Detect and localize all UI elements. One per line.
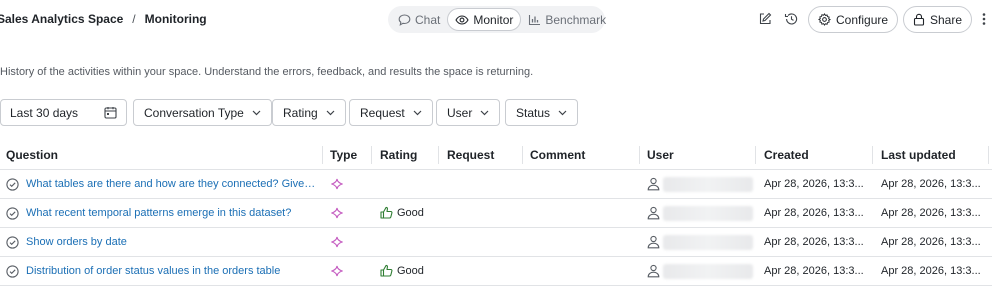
updated-timestamp: Apr 28, 2026, 13:3... xyxy=(881,265,981,277)
status-filter[interactable]: Status xyxy=(505,99,579,126)
breadcrumb: Sales Analytics Space / Monitoring xyxy=(0,12,207,26)
breadcrumb-separator: / xyxy=(132,12,136,26)
question-link[interactable]: Distribution of order status values in t… xyxy=(26,265,318,277)
column-header-request[interactable]: Request xyxy=(447,148,494,162)
rating-cell: Good xyxy=(380,264,424,277)
user-name-redacted xyxy=(663,206,753,221)
configure-label: Configure xyxy=(836,12,889,27)
sparkle-type-icon xyxy=(331,178,343,190)
created-timestamp: Apr 28, 2026, 13:3... xyxy=(764,207,864,219)
user-icon xyxy=(647,264,660,278)
page-header: Sales Analytics Space / Monitoring Chat … xyxy=(0,0,1000,40)
tab-monitor-label: Monitor xyxy=(473,12,514,27)
date-range-value: Last 30 days xyxy=(10,105,79,120)
gear-icon xyxy=(818,13,831,26)
tab-benchmark[interactable]: Benchmark xyxy=(521,8,613,31)
column-divider[interactable] xyxy=(872,146,873,164)
page-title: Monitoring xyxy=(144,12,207,26)
rating-filter-label: Rating xyxy=(283,105,318,120)
user-icon xyxy=(647,177,660,191)
rating-filter[interactable]: Rating xyxy=(272,99,346,126)
calendar-icon xyxy=(104,107,117,119)
user-filter-label: User xyxy=(447,105,473,120)
share-button[interactable]: Share xyxy=(903,6,973,33)
created-timestamp: Apr 28, 2026, 13:3... xyxy=(764,265,864,277)
eye-icon xyxy=(455,14,469,25)
sparkle-type-icon xyxy=(331,265,343,277)
column-header-question[interactable]: Question xyxy=(6,148,58,162)
conversation-type-label: Conversation Type xyxy=(144,105,244,120)
configure-button[interactable]: Configure xyxy=(808,6,899,33)
column-header-user[interactable]: User xyxy=(647,148,674,162)
status-filter-label: Status xyxy=(516,105,551,120)
request-filter[interactable]: Request xyxy=(349,99,433,126)
column-header-last-updated[interactable]: Last updated xyxy=(881,148,956,162)
chevron-down-icon xyxy=(413,110,422,115)
user-name-redacted xyxy=(663,177,753,192)
column-divider[interactable] xyxy=(371,146,372,164)
column-divider[interactable] xyxy=(522,146,523,164)
table-row[interactable]: Show orders by date Apr 28, 2026, 13:3..… xyxy=(0,228,992,257)
updated-timestamp: Apr 28, 2026, 13:3... xyxy=(881,207,981,219)
check-circle-icon xyxy=(6,265,19,278)
bar-chart-icon xyxy=(529,14,541,25)
question-link[interactable]: What tables are there and how are they c… xyxy=(26,178,318,190)
user-icon xyxy=(647,206,660,220)
tab-benchmark-label: Benchmark xyxy=(545,12,607,27)
updated-timestamp: Apr 28, 2026, 13:3... xyxy=(881,236,981,248)
updated-timestamp: Apr 28, 2026, 13:3... xyxy=(881,178,981,190)
column-header-comment[interactable]: Comment xyxy=(530,148,585,162)
edit-icon[interactable] xyxy=(756,10,774,28)
column-header-rating[interactable]: Rating xyxy=(380,148,417,162)
rating-value: Good xyxy=(397,264,424,277)
column-header-created[interactable]: Created xyxy=(764,148,809,162)
user-filter[interactable]: User xyxy=(436,99,501,126)
user-name-redacted xyxy=(663,264,753,279)
tab-chat-label: Chat xyxy=(415,12,441,27)
more-options-icon[interactable] xyxy=(978,10,990,28)
view-switcher: Chat Monitor Benchmark xyxy=(388,6,606,33)
created-timestamp: Apr 28, 2026, 13:3... xyxy=(764,236,864,248)
chevron-down-icon xyxy=(252,110,261,115)
history-icon[interactable] xyxy=(782,10,800,28)
question-link[interactable]: Show orders by date xyxy=(26,236,318,248)
user-icon xyxy=(647,235,660,249)
check-circle-icon xyxy=(6,178,19,191)
activity-table: Question Type Rating Request Comment Use… xyxy=(0,141,992,286)
request-filter-label: Request xyxy=(360,105,405,120)
page-description: History of the activities within your sp… xyxy=(0,66,534,78)
table-header: Question Type Rating Request Comment Use… xyxy=(0,141,992,170)
created-timestamp: Apr 28, 2026, 13:3... xyxy=(764,178,864,190)
column-divider[interactable] xyxy=(438,146,439,164)
column-header-type[interactable]: Type xyxy=(330,148,357,162)
user-name-redacted xyxy=(663,235,753,250)
rating-value: Good xyxy=(397,206,424,219)
tab-chat[interactable]: Chat xyxy=(391,8,447,31)
table-row[interactable]: What tables are there and how are they c… xyxy=(0,170,992,199)
column-divider[interactable] xyxy=(988,146,989,164)
chat-bubble-icon xyxy=(398,13,411,26)
question-link[interactable]: What recent temporal patterns emerge in … xyxy=(26,207,318,219)
column-divider[interactable] xyxy=(639,146,640,164)
tab-monitor[interactable]: Monitor xyxy=(447,8,522,31)
breadcrumb-space[interactable]: Sales Analytics Space xyxy=(0,12,123,26)
rating-cell: Good xyxy=(380,206,424,219)
table-row[interactable]: What recent temporal patterns emerge in … xyxy=(0,199,992,228)
lock-icon xyxy=(913,13,925,26)
thumbs-up-icon xyxy=(380,264,393,277)
share-label: Share xyxy=(930,12,963,27)
chevron-down-icon xyxy=(558,110,567,115)
chevron-down-icon xyxy=(480,110,489,115)
chevron-down-icon xyxy=(326,110,335,115)
sparkle-type-icon xyxy=(331,236,343,248)
thumbs-up-icon xyxy=(380,206,393,219)
sparkle-type-icon xyxy=(331,207,343,219)
column-divider[interactable] xyxy=(755,146,756,164)
check-circle-icon xyxy=(6,236,19,249)
conversation-type-filter[interactable]: Conversation Type xyxy=(133,99,272,126)
column-divider[interactable] xyxy=(322,146,323,164)
check-circle-icon xyxy=(6,207,19,220)
table-row[interactable]: Distribution of order status values in t… xyxy=(0,257,992,286)
date-range-picker[interactable]: Last 30 days xyxy=(0,99,127,126)
